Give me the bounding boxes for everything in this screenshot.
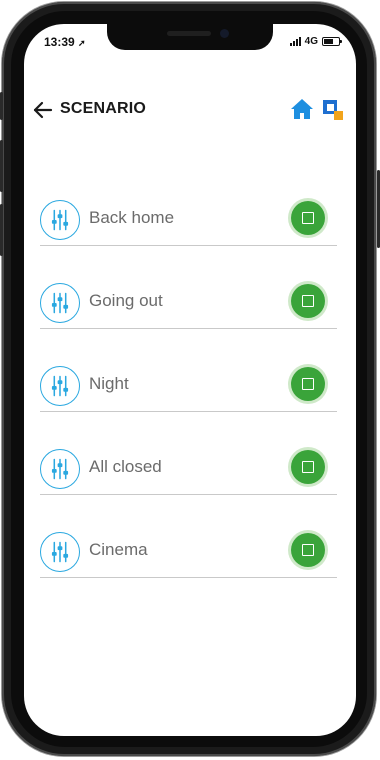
status-indicators: 4G — [289, 36, 342, 47]
scenario-label: Cinema — [89, 540, 148, 559]
scenario-list: Back home Going out Night All closed Cin… — [40, 192, 338, 607]
sliders-icon — [40, 366, 80, 406]
status-time: 13:39 ➚ — [44, 35, 86, 49]
network-type: 4G — [304, 36, 318, 47]
stop-button-core — [291, 533, 325, 567]
scenario-row: All closed — [40, 441, 338, 524]
sliders-icon — [40, 532, 80, 572]
stop-icon — [302, 295, 314, 307]
scenario-item-going-out[interactable]: Going out — [40, 279, 336, 331]
scenario-label: Night — [89, 374, 129, 393]
notch — [107, 24, 273, 50]
scenario-label: All closed — [89, 457, 162, 476]
row-divider — [40, 328, 337, 329]
stop-icon — [302, 461, 314, 473]
stop-button[interactable] — [288, 364, 328, 404]
scenario-label: Back home — [89, 208, 175, 227]
stop-button-core — [291, 367, 325, 401]
stop-button[interactable] — [288, 198, 328, 238]
silent-switch — [0, 92, 3, 120]
signal-strength-icon — [289, 37, 301, 46]
row-divider — [40, 577, 337, 578]
scenario-item-cinema[interactable]: Cinema — [40, 528, 336, 580]
volume-down-button — [0, 204, 3, 256]
scenario-item-night[interactable]: Night — [40, 362, 336, 414]
scenario-row: Going out — [40, 275, 338, 358]
row-divider — [40, 245, 337, 246]
app-screen: 13:39 ➚ 4G SCENARIO Back home Going out … — [24, 24, 356, 736]
home-icon[interactable] — [290, 98, 314, 120]
scenario-row: Cinema — [40, 524, 338, 607]
scenario-row: Back home — [40, 192, 338, 275]
volume-up-button — [0, 140, 3, 192]
status-time-text: 13:39 — [44, 35, 75, 49]
stop-button-core — [291, 201, 325, 235]
scenario-row: Night — [40, 358, 338, 441]
stop-button[interactable] — [288, 281, 328, 321]
sliders-icon — [40, 200, 80, 240]
stop-icon — [302, 378, 314, 390]
arrow-left-icon[interactable] — [32, 99, 54, 121]
scenario-item-all-closed[interactable]: All closed — [40, 445, 336, 497]
app-header: SCENARIO — [24, 96, 356, 124]
stop-icon — [302, 212, 314, 224]
battery-icon — [322, 37, 342, 46]
front-camera — [220, 29, 229, 38]
stop-button-core — [291, 450, 325, 484]
row-divider — [40, 411, 337, 412]
sliders-icon — [40, 449, 80, 489]
scenario-item-back-home[interactable]: Back home — [40, 196, 336, 248]
brand-logo-icon[interactable] — [322, 99, 344, 121]
sliders-icon — [40, 283, 80, 323]
stop-button-core — [291, 284, 325, 318]
location-arrow-icon: ➚ — [78, 38, 86, 48]
stop-button[interactable] — [288, 447, 328, 487]
row-divider — [40, 494, 337, 495]
page-title: SCENARIO — [60, 100, 147, 117]
speaker-grille — [167, 31, 211, 36]
scenario-label: Going out — [89, 291, 163, 310]
stop-button[interactable] — [288, 530, 328, 570]
stop-icon — [302, 544, 314, 556]
